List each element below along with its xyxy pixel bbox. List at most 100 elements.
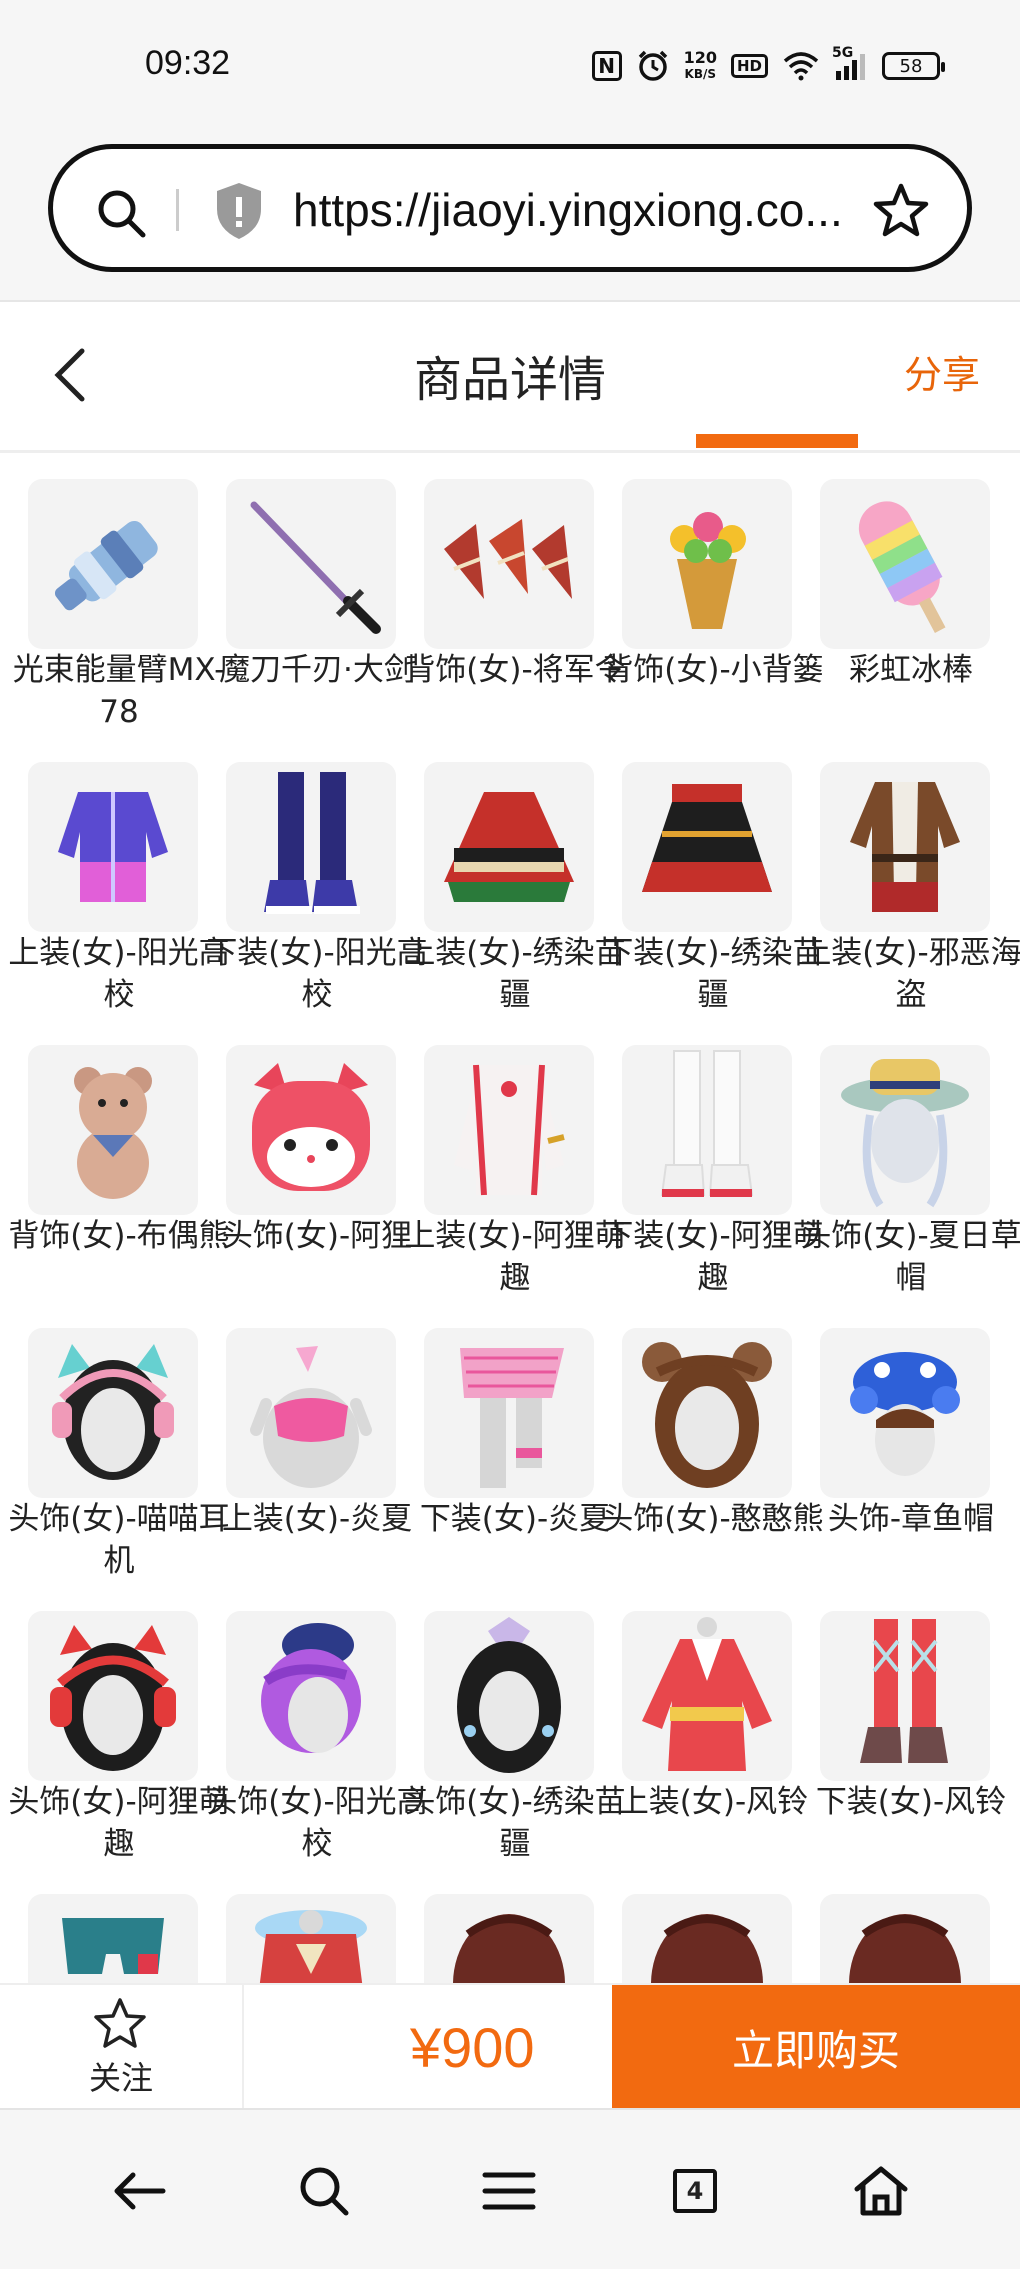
item-card[interactable]: 上装(女)-邪恶海盗: [800, 736, 1020, 1013]
item-card[interactable]: 背饰(女)-布偶熊: [8, 1019, 230, 1289]
item-card[interactable]: 头饰(女)-绣染苗疆: [404, 1585, 626, 1862]
purchase-bar: 关注 ¥900 立即购买: [0, 1983, 1020, 2110]
item-thumbnail: [424, 1611, 594, 1781]
status-icons: N 120 KB/S HD 5G 58: [591, 45, 945, 86]
follow-button[interactable]: 关注: [0, 1985, 244, 2110]
search-icon[interactable]: [93, 185, 149, 245]
wifi-icon: [782, 51, 820, 81]
item-thumbnail: [622, 1611, 792, 1781]
item-thumbnail: [622, 762, 792, 932]
item-label: 下装(女)-阳光高校: [206, 935, 428, 1013]
item-card[interactable]: [8, 1868, 206, 1983]
item-card[interactable]: 下装(女)-炎夏: [404, 1302, 610, 1572]
item-card[interactable]: 上装(女)-炎夏: [206, 1302, 412, 1572]
item-card[interactable]: 下装(女)-阿狸萌趣: [602, 1019, 824, 1296]
item-thumbnail: [424, 762, 594, 932]
item-label: 头饰(女)-喵喵耳机: [8, 1501, 230, 1579]
item-thumbnail: [820, 762, 990, 932]
battery-icon: 58: [882, 52, 945, 80]
item-thumbnail: [28, 1611, 198, 1781]
item-thumbnail: [226, 1045, 396, 1215]
item-thumbnail: [820, 479, 990, 649]
price: ¥900: [410, 2016, 535, 2079]
item-thumbnail: [820, 1611, 990, 1781]
menu-icon[interactable]: [474, 2156, 544, 2226]
page-header: 商品详情 分享: [0, 302, 1020, 453]
item-card[interactable]: 魔刀千刃·大剑: [206, 453, 415, 723]
item-label: 头饰(女)-阳光高校: [206, 1784, 428, 1862]
item-thumbnail: [820, 1328, 990, 1498]
item-card[interactable]: 下装(女)-阳光高校: [206, 736, 428, 1013]
item-thumbnail: [424, 479, 594, 649]
item-card[interactable]: [800, 1868, 998, 1983]
item-card[interactable]: 头饰(女)-憨憨熊: [602, 1302, 824, 1572]
item-card[interactable]: 头饰(女)-阳光高校: [206, 1585, 428, 1862]
tabs-count: 4: [673, 2169, 717, 2213]
item-label: 上装(女)-炎夏: [221, 1501, 413, 1537]
item-label: 下装(女)-阿狸萌趣: [602, 1218, 824, 1296]
item-label: 下装(女)-炎夏: [419, 1501, 611, 1537]
item-thumbnail: [28, 1894, 198, 1983]
item-card[interactable]: 头饰-章鱼帽: [800, 1302, 998, 1572]
address-bar[interactable]: https://jiaoyi.yingxiong.co...: [48, 144, 972, 272]
item-card[interactable]: 头饰(女)-夏日草帽: [800, 1019, 1020, 1296]
item-label: 背饰(女)-布偶熊: [8, 1218, 230, 1254]
item-label: 上装(女)-阳光高校: [8, 935, 230, 1013]
page-title: 商品详情: [413, 352, 606, 408]
item-label: 背饰(女)-小背篓: [602, 652, 824, 688]
item-card[interactable]: [602, 1868, 800, 1983]
item-thumbnail: [28, 1328, 198, 1498]
item-card[interactable]: 下装(女)-风铃: [800, 1585, 1006, 1855]
item-label: 上装(女)-邪恶海盗: [800, 935, 1020, 1013]
item-thumbnail: [226, 479, 396, 649]
tab-indicator: [696, 434, 858, 448]
item-label: 背饰(女)-将军令: [404, 652, 626, 688]
item-thumbnail: [28, 762, 198, 932]
item-card[interactable]: 上装(女)-阳光高校: [8, 736, 230, 1013]
item-card[interactable]: [206, 1868, 404, 1983]
back-arrow-icon[interactable]: [104, 2156, 174, 2226]
item-card[interactable]: 上装(女)-阿狸萌趣: [404, 1019, 626, 1296]
item-card[interactable]: 头饰(女)-喵喵耳机: [8, 1302, 230, 1579]
item-thumbnail: [622, 479, 792, 649]
item-thumbnail: [622, 1045, 792, 1215]
item-label: 头饰(女)-憨憨熊: [602, 1501, 824, 1537]
item-thumbnail: [622, 1328, 792, 1498]
item-label: 头饰(女)-阿狸: [221, 1218, 413, 1254]
item-thumbnail: [28, 1045, 198, 1215]
home-icon[interactable]: [846, 2156, 916, 2226]
item-label: 下装(女)-风铃: [815, 1784, 1007, 1820]
item-thumbnail: [28, 479, 198, 649]
item-label: 头饰-章鱼帽: [827, 1501, 995, 1537]
item-label: 魔刀千刃·大剑: [219, 652, 415, 688]
item-card[interactable]: 光束能量臂MX-78: [8, 453, 225, 730]
item-card[interactable]: 背饰(女)-小背篓: [602, 453, 824, 723]
item-card[interactable]: 头饰(女)-阿狸: [206, 1019, 412, 1289]
buy-now-button[interactable]: 立即购买: [612, 1985, 1020, 2110]
item-thumbnail: [820, 1894, 990, 1983]
item-card[interactable]: 上装(女)-绣染苗疆: [404, 736, 626, 1013]
share-button[interactable]: 分享: [904, 344, 980, 399]
item-label: 光束能量臂MX-78: [12, 652, 226, 730]
item-card[interactable]: 上装(女)-风铃: [602, 1585, 808, 1855]
network-speed-value: 120: [683, 48, 717, 67]
nfc-icon: N: [591, 51, 622, 81]
bookmark-star-icon[interactable]: [871, 181, 931, 245]
item-label: 下装(女)-绣染苗疆: [602, 935, 824, 1013]
network-speed: 120 KB/S: [684, 50, 717, 82]
url-text[interactable]: https://jiaoyi.yingxiong.co...: [293, 183, 853, 237]
search-icon[interactable]: [289, 2156, 359, 2226]
browser-toolbar: https://jiaoyi.yingxiong.co...: [0, 130, 1020, 302]
item-card[interactable]: 下装(女)-绣染苗疆: [602, 736, 824, 1013]
item-label: 上装(女)-风铃: [617, 1784, 809, 1820]
item-card[interactable]: 背饰(女)-将军令: [404, 453, 626, 723]
item-label: 上装(女)-阿狸萌趣: [404, 1218, 626, 1296]
shield-icon[interactable]: [213, 181, 265, 245]
tabs-button[interactable]: 4: [660, 2156, 730, 2226]
item-card[interactable]: 头饰(女)-阿狸萌趣: [8, 1585, 230, 1862]
item-label: 上装(女)-绣染苗疆: [404, 935, 626, 1013]
status-time: 09:32: [145, 44, 231, 82]
item-card[interactable]: 彩虹冰棒: [800, 453, 998, 723]
address-divider: [176, 189, 179, 231]
item-card[interactable]: [404, 1868, 602, 1983]
